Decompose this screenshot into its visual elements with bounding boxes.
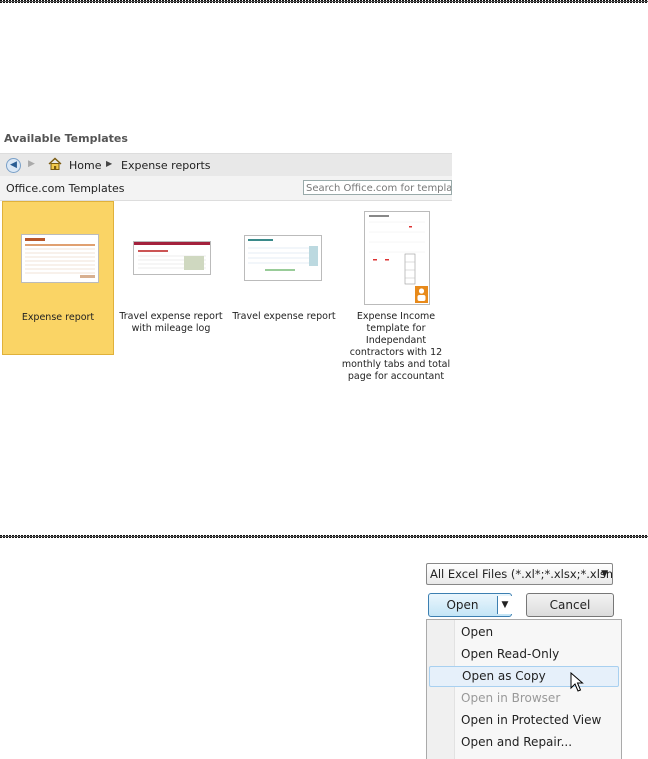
dropdown-arrow-icon[interactable]: ▼ (497, 596, 512, 614)
template-caption: Travel expense report with mileage log (119, 311, 223, 334)
open-split-button[interactable]: Open ▼ (428, 593, 512, 617)
breadcrumb-current[interactable]: Expense reports (121, 159, 211, 172)
template-tile-expense-report[interactable]: Expense report (2, 201, 114, 355)
template-thumbnail (21, 234, 99, 283)
template-tile-travel-mileage[interactable]: Travel expense report with mileage log (115, 201, 227, 355)
file-type-value: All Excel Files (*.xl*;*.xlsx;*.xlsm; (430, 567, 613, 581)
bottom-divider (0, 535, 648, 538)
menu-item-open-in-browser[interactable]: Open in Browser (429, 688, 619, 709)
menu-item-open[interactable]: Open (429, 622, 619, 643)
mouse-cursor-icon (570, 672, 584, 692)
back-arrow-icon[interactable]: ◀ (6, 158, 21, 173)
cancel-button[interactable]: Cancel (526, 593, 614, 617)
template-caption: Travel expense report (232, 311, 336, 322)
top-divider (0, 0, 648, 3)
menu-item-open-as-copy[interactable]: Open as Copy (429, 666, 619, 687)
menu-item-open-protected-view[interactable]: Open in Protected View (429, 710, 619, 731)
template-thumbnail (133, 241, 211, 275)
forward-arrow-icon[interactable]: ▶ (25, 158, 38, 171)
template-tile-expense-income[interactable]: Expense Income template for Independant … (340, 201, 452, 382)
template-tile-travel-expense[interactable]: Travel expense report (228, 201, 340, 355)
breadcrumb-home[interactable]: Home (69, 159, 101, 172)
menu-item-open-and-repair[interactable]: Open and Repair... (429, 732, 619, 753)
template-caption: Expense report (21, 312, 95, 323)
templates-subbar: Office.com Templates Search Office.com f… (0, 176, 452, 201)
breadcrumb-separator-icon: ▶ (106, 159, 113, 168)
search-input[interactable]: Search Office.com for templates (303, 180, 452, 195)
template-thumbnail (244, 235, 322, 281)
open-button[interactable]: Open (429, 594, 496, 616)
template-caption: Expense Income template for Independant … (341, 311, 451, 382)
open-options-menu: Open Open Read-Only Open as Copy Open in… (426, 619, 622, 759)
panel-title: Available Templates (4, 132, 128, 145)
subbar-label: Office.com Templates (6, 182, 125, 195)
breadcrumb: ◀ ▶ Home ▶ Expense reports (0, 153, 452, 177)
file-type-dropdown[interactable]: All Excel Files (*.xl*;*.xlsx;*.xlsm; ▼ (426, 563, 613, 585)
menu-item-open-read-only[interactable]: Open Read-Only (429, 644, 619, 665)
template-thumbnail (364, 211, 430, 305)
chevron-down-icon[interactable]: ▼ (601, 564, 608, 584)
home-icon[interactable] (48, 157, 62, 171)
